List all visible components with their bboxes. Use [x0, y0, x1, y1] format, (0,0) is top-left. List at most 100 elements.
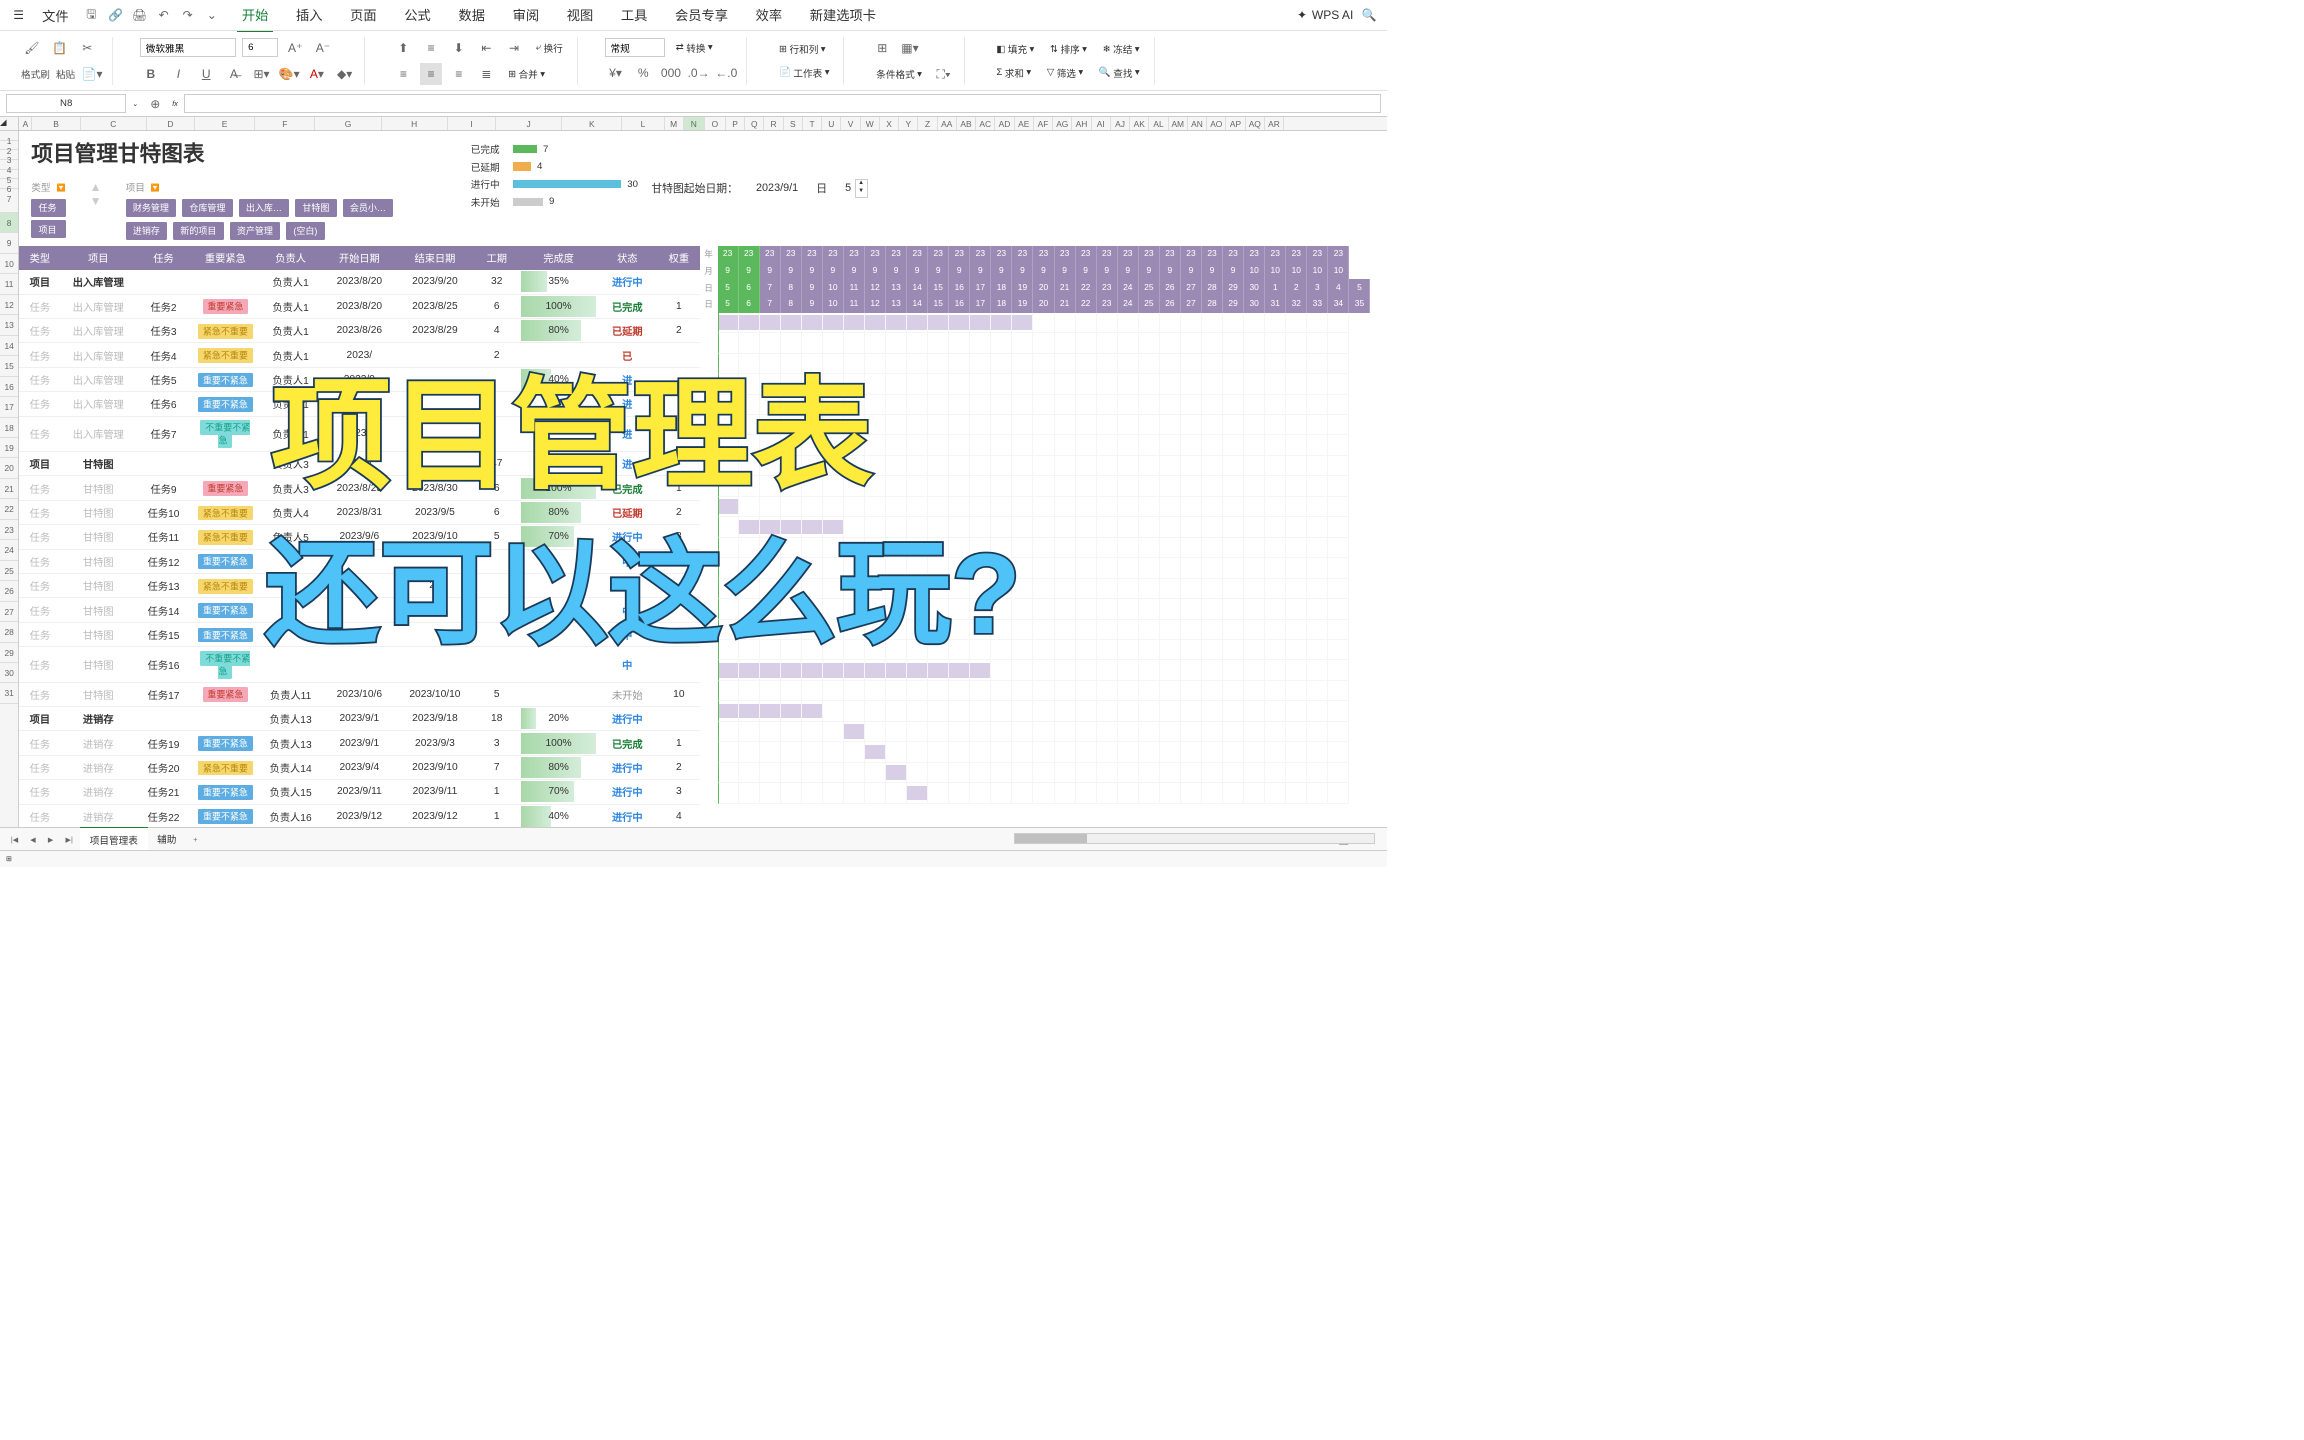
tab-数据[interactable]: 数据	[454, 0, 490, 32]
first-sheet-icon[interactable]: |◀	[6, 832, 23, 846]
col-header[interactable]: AF	[1034, 117, 1053, 130]
col-header[interactable]: AR	[1265, 117, 1284, 130]
table-row[interactable]: 任务出入库管理任务6重要不紧急负责人12023/9进	[19, 392, 699, 416]
filter-tag[interactable]: (空白)	[286, 222, 324, 240]
col-header[interactable]: AE	[1015, 117, 1034, 130]
col-header[interactable]: AN	[1188, 117, 1207, 130]
filter-tag[interactable]: 任务	[31, 199, 65, 217]
sheet-tab[interactable]: 辅助	[148, 827, 187, 852]
table-row[interactable]: 任务出入库管理任务7不重要不紧急负责人12023/9进	[19, 416, 699, 451]
table-row[interactable]: 任务出入库管理任务3紧急不重要负责人12023/8/262023/8/29480…	[19, 318, 699, 342]
row-header[interactable]: 1	[0, 131, 18, 141]
hamburger-icon[interactable]: ☰	[7, 5, 30, 26]
wrap-button[interactable]: ⤶ 换行	[531, 38, 568, 57]
table-row[interactable]: 任务甘特图任务9重要紧急负责人32023/8/252023/8/306100%已…	[19, 476, 699, 500]
col-header[interactable]: AP	[1226, 117, 1245, 130]
currency-icon[interactable]: ¥▾	[605, 62, 627, 84]
filter-tag[interactable]: 进销存	[126, 222, 167, 240]
col-header[interactable]: AH	[1072, 117, 1091, 130]
redo-icon[interactable]: ↷	[177, 4, 199, 26]
print-icon[interactable]: 🖨	[129, 4, 151, 26]
file-menu[interactable]: 文件	[32, 1, 78, 30]
filter-tag[interactable]: 资产管理	[230, 222, 281, 240]
table-icon[interactable]: ⊞	[871, 37, 893, 59]
filter-tag[interactable]: 甘特图	[295, 199, 336, 217]
align-center-icon[interactable]: ≡	[420, 63, 442, 85]
percent-icon[interactable]: %	[632, 62, 654, 84]
share-icon[interactable]: 🔗	[105, 4, 127, 26]
tab-开始[interactable]: 开始	[237, 0, 273, 32]
find-button[interactable]: 🔍 查找▾	[1094, 63, 1145, 82]
row-header[interactable]: 8	[0, 213, 18, 233]
indent-right-icon[interactable]: ⇥	[503, 37, 525, 59]
table-row[interactable]: 任务出入库管理任务4紧急不重要负责人12023/2已	[19, 343, 699, 367]
table-row[interactable]: 任务甘特图任务14重要不紧急中	[19, 598, 699, 622]
row-header[interactable]: 29	[0, 643, 18, 663]
save-icon[interactable]: 🖫	[81, 4, 103, 26]
row-header[interactable]: 28	[0, 622, 18, 642]
row-header[interactable]: 31	[0, 683, 18, 703]
col-header[interactable]: AI	[1092, 117, 1111, 130]
crop-icon[interactable]: ⛶▾	[933, 63, 955, 85]
col-header[interactable]: AL	[1149, 117, 1168, 130]
filter-icon[interactable]: 🔽	[151, 183, 160, 192]
highlight-icon[interactable]: ◆▾	[334, 63, 356, 85]
select-all-corner[interactable]: ◢	[0, 117, 18, 131]
tab-页面[interactable]: 页面	[345, 0, 381, 32]
border-icon[interactable]: ⊞▾	[251, 63, 273, 85]
style-icon[interactable]: ▦▾	[899, 37, 921, 59]
table-row[interactable]: 任务甘特图任务13紧急不重要21中	[19, 574, 699, 598]
row-header[interactable]: 17	[0, 397, 18, 417]
col-header[interactable]: W	[861, 117, 880, 130]
row-header[interactable]: 30	[0, 663, 18, 683]
tab-审阅[interactable]: 审阅	[508, 0, 544, 32]
row-header[interactable]: 12	[0, 295, 18, 315]
format-painter-label[interactable]: 格式刷	[21, 67, 50, 81]
number-format-select[interactable]	[605, 38, 665, 57]
horizontal-scrollbar[interactable]	[1014, 833, 1375, 844]
fx-icon[interactable]: fx	[172, 99, 178, 108]
font-color-icon[interactable]: A▾	[306, 63, 328, 85]
col-header[interactable]: AM	[1169, 117, 1188, 130]
undo-icon[interactable]: ↶	[153, 4, 175, 26]
tab-视图[interactable]: 视图	[562, 0, 598, 32]
filter-tag[interactable]: 新的项目	[173, 222, 224, 240]
spin-up-icon[interactable]: ▲	[856, 180, 867, 188]
comma-icon[interactable]: 000	[660, 62, 682, 84]
col-header[interactable]: S	[784, 117, 803, 130]
paste-icon[interactable]: 📋	[49, 37, 71, 59]
col-header[interactable]: B	[32, 117, 80, 130]
search-icon[interactable]: 🔍	[1358, 4, 1380, 26]
col-header[interactable]: I	[448, 117, 496, 130]
col-header[interactable]: AQ	[1246, 117, 1265, 130]
col-header[interactable]: G	[315, 117, 381, 130]
merge-button[interactable]: ⊞ 合并▾	[503, 65, 550, 84]
next-sheet-icon[interactable]: ▶	[43, 832, 58, 846]
font-name-select[interactable]	[140, 38, 236, 57]
filter-icon[interactable]: 🔽	[57, 183, 66, 192]
row-header[interactable]: 4	[0, 160, 18, 170]
col-header[interactable]: Q	[745, 117, 764, 130]
table-row[interactable]: 任务进销存任务21重要不紧急负责人152023/9/112023/9/11170…	[19, 780, 699, 804]
row-header[interactable]: 14	[0, 336, 18, 356]
col-header[interactable]: F	[255, 117, 315, 130]
chevron-down-icon[interactable]: ⌄	[132, 99, 138, 108]
table-row[interactable]: 任务出入库管理任务2重要紧急负责人12023/8/202023/8/256100…	[19, 294, 699, 318]
row-header[interactable]: 3	[0, 150, 18, 160]
fill-color-icon[interactable]: 🎨▾	[278, 63, 300, 85]
filter-button[interactable]: ▽ 筛选▾	[1042, 63, 1088, 82]
row-header[interactable]: 2	[0, 141, 18, 151]
tab-会员专享[interactable]: 会员专享	[670, 0, 733, 32]
indent-left-icon[interactable]: ⇤	[476, 37, 498, 59]
align-bottom-icon[interactable]: ⬇	[448, 37, 470, 59]
row-header[interactable]: 15	[0, 356, 18, 376]
col-header[interactable]: H	[382, 117, 448, 130]
copy-icon[interactable]: 📄▾	[81, 63, 103, 85]
row-header[interactable]: 22	[0, 499, 18, 519]
paste-label[interactable]: 粘贴	[56, 67, 75, 81]
prev-sheet-icon[interactable]: ◀	[25, 832, 40, 846]
row-header[interactable]: 9	[0, 233, 18, 253]
col-header[interactable]: V	[841, 117, 860, 130]
table-row[interactable]: 任务甘特图任务15重要不紧急中	[19, 622, 699, 646]
col-header[interactable]: AA	[938, 117, 957, 130]
